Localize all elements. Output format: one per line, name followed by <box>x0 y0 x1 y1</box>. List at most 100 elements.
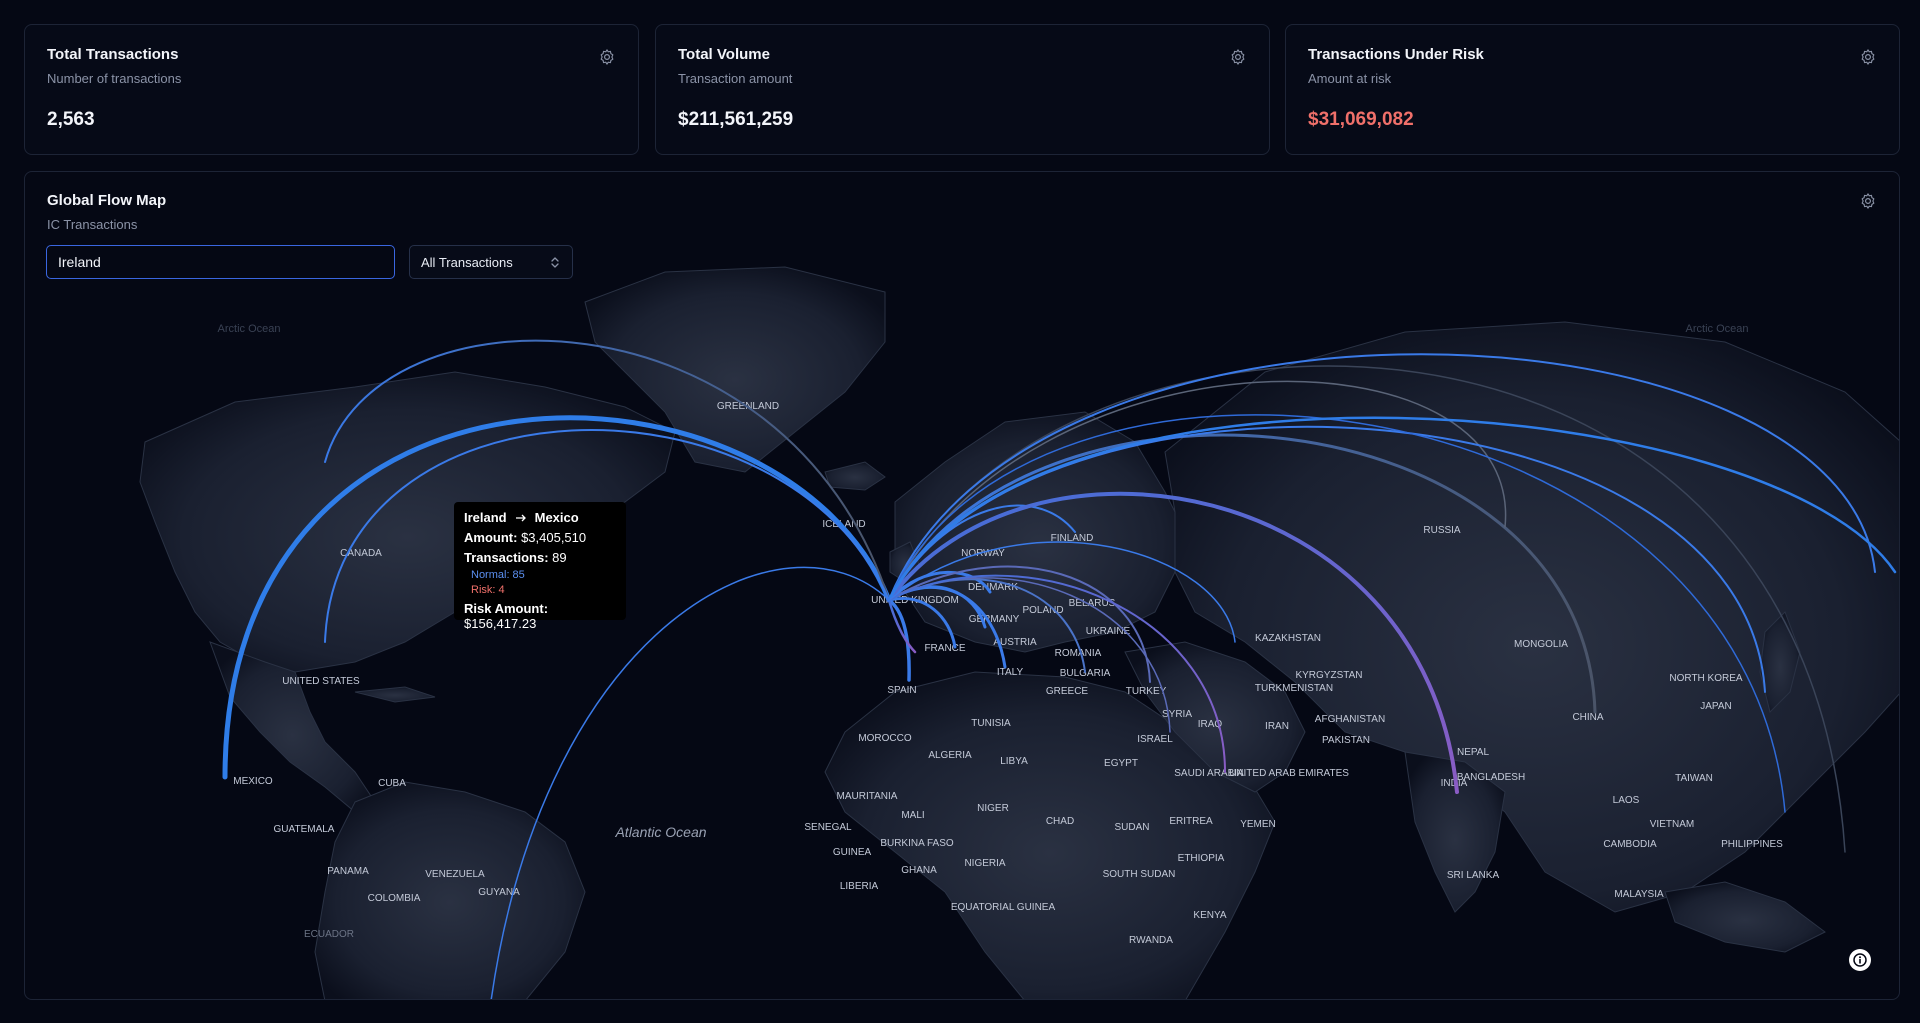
kpi-subtitle: Amount at risk <box>1308 71 1392 86</box>
label-pakistan: PAKISTAN <box>1322 735 1370 746</box>
tooltip-risk-count: Risk: 4 <box>471 584 505 596</box>
map-title: Global Flow Map <box>47 192 167 209</box>
label-ethiopia: ETHIOPIA <box>1178 853 1225 864</box>
label-morocco: MOROCCO <box>858 733 912 744</box>
tooltip-from: Ireland <box>464 510 507 525</box>
label-north-korea: NORTH KOREA <box>1669 673 1742 684</box>
label-laos: LAOS <box>1613 795 1640 806</box>
kpi-value: $211,561,259 <box>678 109 794 130</box>
country-search-input[interactable] <box>46 245 395 279</box>
label-ecuador: ECUADOR <box>304 929 354 940</box>
label-spain: SPAIN <box>887 685 916 696</box>
kpi-subtitle: Number of transactions <box>47 71 182 86</box>
label-ghana: GHANA <box>901 865 937 876</box>
land-south-america <box>314 781 586 999</box>
label-cambodia: CAMBODIA <box>1603 839 1657 850</box>
kpi-title: Total Transactions <box>47 46 179 63</box>
kpi-value: 2,563 <box>47 109 95 130</box>
label-libya: LIBYA <box>1000 756 1028 767</box>
label-mongolia: MONGOLIA <box>1514 639 1568 650</box>
label-colombia: COLOMBIA <box>368 893 421 904</box>
land-se-asia <box>1664 881 1826 953</box>
label-bangladesh: BANGLADESH <box>1457 772 1525 783</box>
label-mauritania: MAURITANIA <box>837 791 898 802</box>
label-italy: ITALY <box>997 667 1024 678</box>
label-malaysia: MALAYSIA <box>1614 889 1664 900</box>
kpi-card-total-volume: Total Volume Transaction amount $211,561… <box>655 24 1270 155</box>
label-panama: PANAMA <box>327 866 369 877</box>
flow-tooltip: Ireland Mexico Amount: $3,405,510 Transa… <box>454 502 626 631</box>
label-israel: ISRAEL <box>1137 734 1173 745</box>
kpi-subtitle: Transaction amount <box>678 71 793 86</box>
label-equatorial-guinea: EQUATORIAL GUINEA <box>951 902 1056 913</box>
label-ukraine: UKRAINE <box>1086 626 1131 637</box>
chevron-up-down-icon <box>551 257 559 268</box>
gear-icon[interactable] <box>1859 48 1877 66</box>
label-germany: GERMANY <box>969 614 1020 625</box>
gear-icon[interactable] <box>598 48 616 66</box>
kpi-title: Total Volume <box>678 46 770 63</box>
label-greece: GREECE <box>1046 686 1089 697</box>
label-south-sudan: SOUTH SUDAN <box>1103 869 1176 880</box>
label-arctic-ocean-east: Arctic Ocean <box>1686 323 1749 335</box>
label-liberia: LIBERIA <box>840 881 879 892</box>
label-kenya: KENYA <box>1193 910 1226 921</box>
global-flow-map-card: Global Flow Map IC Transactions All Tran… <box>24 171 1900 1000</box>
label-chad: CHAD <box>1046 816 1074 827</box>
label-japan: JAPAN <box>1700 701 1732 712</box>
label-mexico: MEXICO <box>233 776 273 787</box>
info-button[interactable] <box>1849 949 1871 971</box>
label-nigeria: NIGERIA <box>964 858 1005 869</box>
label-algeria: ALGERIA <box>928 750 972 761</box>
tooltip-risk-amount: Risk Amount: $156,417.23 <box>464 601 549 631</box>
label-tunisia: TUNISIA <box>971 718 1011 729</box>
land-europe <box>894 411 1186 653</box>
label-russia: RUSSIA <box>1423 525 1461 536</box>
gear-icon[interactable] <box>1229 48 1247 66</box>
label-turkey: TURKEY <box>1126 686 1167 697</box>
label-turkmenistan: TURKMENISTAN <box>1255 683 1333 694</box>
label-guinea: GUINEA <box>833 847 872 858</box>
tooltip-transactions: Transactions: 89 <box>464 550 567 565</box>
label-kazakhstan: KAZAKHSTAN <box>1255 633 1321 644</box>
label-france: FRANCE <box>924 643 965 654</box>
kpi-value-risk: $31,069,082 <box>1308 109 1414 130</box>
land-iceland <box>824 461 886 491</box>
label-eritrea: ERITREA <box>1169 816 1213 827</box>
label-rwanda: RWANDA <box>1129 935 1173 946</box>
tooltip-normal-count: Normal: 85 <box>471 569 525 581</box>
label-vietnam: VIETNAM <box>1650 819 1694 830</box>
label-cuba: CUBA <box>378 778 406 789</box>
map-subtitle: IC Transactions <box>47 217 138 232</box>
label-nepal: NEPAL <box>1457 747 1489 758</box>
flow-arc-morocco[interactable] <box>887 598 917 654</box>
transaction-filter-select[interactable]: All Transactions <box>409 245 573 279</box>
label-senegal: SENEGAL <box>804 822 852 833</box>
label-sudan: SUDAN <box>1114 822 1149 833</box>
kpi-card-total-transactions: Total Transactions Number of transaction… <box>24 24 639 155</box>
tooltip-route: Ireland Mexico <box>464 510 616 525</box>
arrow-right-icon <box>515 514 526 521</box>
label-china: CHINA <box>1572 712 1603 723</box>
label-burkina-faso: BURKINA FASO <box>880 838 954 849</box>
kpi-title: Transactions Under Risk <box>1308 46 1484 63</box>
label-arctic-ocean-west: Arctic Ocean <box>218 323 281 335</box>
kpi-card-transactions-under-risk: Transactions Under Risk Amount at risk $… <box>1285 24 1900 155</box>
label-venezuela: VENEZUELA <box>425 869 485 880</box>
label-yemen: YEMEN <box>1240 819 1276 830</box>
gear-icon[interactable] <box>1859 192 1877 210</box>
label-taiwan: TAIWAN <box>1675 773 1713 784</box>
label-iran: IRAN <box>1265 721 1289 732</box>
label-syria: SYRIA <box>1162 709 1192 720</box>
label-denmark: DENMARK <box>968 582 1018 593</box>
label-uae: UNITED ARAB EMIRATES <box>1229 768 1349 779</box>
label-egypt: EGYPT <box>1104 758 1138 769</box>
label-niger: NIGER <box>977 803 1009 814</box>
world-flow-map[interactable]: GREENLAND ICELAND CANADA UNITED STATES M… <box>25 172 1900 1000</box>
tooltip-amount: Amount: $3,405,510 <box>464 530 587 545</box>
tooltip-to: Mexico <box>534 510 579 525</box>
land-caribbean <box>354 686 436 703</box>
label-mali: MALI <box>901 810 924 821</box>
label-united-states: UNITED STATES <box>282 676 360 687</box>
label-guatemala: GUATEMALA <box>274 824 335 835</box>
